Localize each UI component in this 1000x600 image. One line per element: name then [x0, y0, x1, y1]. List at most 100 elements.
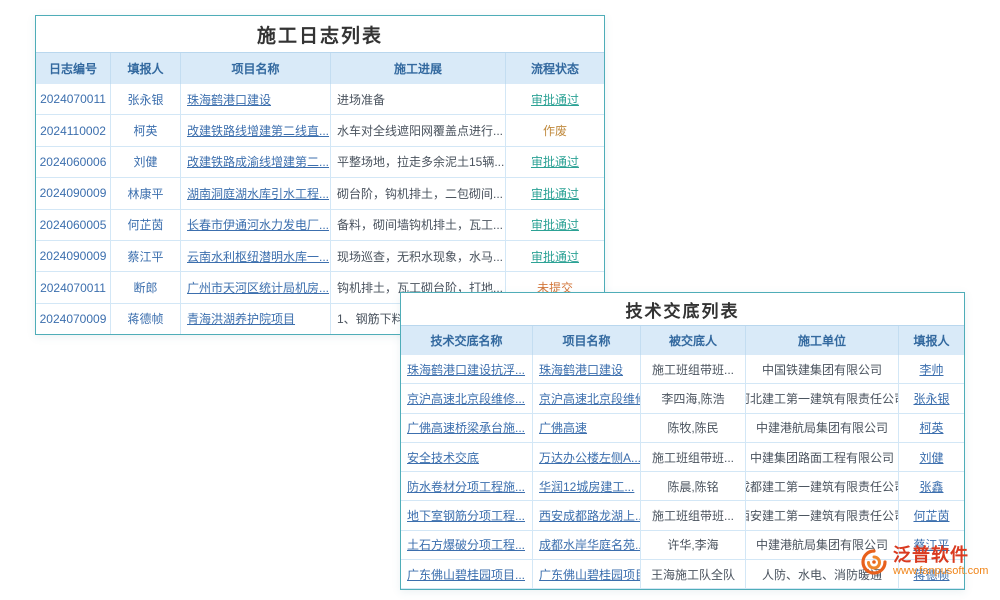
log-table-header: 日志编号 填报人 项目名称 施工进展 流程状态 [36, 53, 604, 84]
project-link[interactable]: 万达办公楼左侧A... [533, 443, 641, 472]
log-id-cell: 2024110002 [36, 115, 111, 146]
progress-cell: 砌台阶，钩机排土，二包砌间... [331, 178, 506, 209]
log-table-row: 2024060005 何芷茵 长春市伊通河水力发电厂... 备料，砌间墙钩机排土… [36, 210, 604, 241]
col-header-filler: 填报人 [111, 53, 181, 84]
disclosure-table-row: 广佛高速桥梁承台施... 广佛高速 陈牧,陈民 中建港航局集团有限公司 柯英 [401, 414, 964, 443]
project-link[interactable]: 云南水利枢纽潜明水库一... [181, 241, 331, 272]
disclosure-name-link[interactable]: 广东佛山碧桂园项目... [401, 560, 533, 589]
log-table-row: 2024090009 林康平 湖南洞庭湖水库引水工程... 砌台阶，钩机排土，二… [36, 178, 604, 209]
col-header-receiver: 被交底人 [641, 326, 746, 355]
project-link[interactable]: 华润12城房建工... [533, 472, 641, 501]
filler-link[interactable]: 张永银 [899, 384, 964, 413]
col-header-project: 项目名称 [181, 53, 331, 84]
filler-cell: 柯英 [111, 115, 181, 146]
status-link[interactable]: 审批通过 [506, 241, 604, 272]
col-header-filler: 填报人 [899, 326, 964, 355]
log-id-cell: 2024090009 [36, 178, 111, 209]
log-table-row: 2024070011 张永银 珠海鹤港口建设 进场准备 审批通过 [36, 84, 604, 115]
filler-cell: 林康平 [111, 178, 181, 209]
disclosure-name-link[interactable]: 土石方爆破分项工程... [401, 531, 533, 560]
filler-cell: 蒋德帧 [111, 304, 181, 335]
col-header-project: 项目名称 [533, 326, 641, 355]
filler-cell: 蔡江平 [111, 241, 181, 272]
log-table-row: 2024060006 刘健 改建铁路成渝线增建第二... 平整场地，拉走多余泥土… [36, 147, 604, 178]
disclosure-name-link[interactable]: 防水卷材分项工程施... [401, 472, 533, 501]
unit-cell: 成都建工第一建筑有限责任公司 [746, 472, 899, 501]
progress-cell: 现场巡查，无积水现象，水马... [331, 241, 506, 272]
project-link[interactable]: 珠海鹤港口建设 [181, 84, 331, 115]
project-link[interactable]: 改建铁路成渝线增建第二... [181, 147, 331, 178]
project-link[interactable]: 成都水岸华庭名苑... [533, 531, 641, 560]
disclosure-name-link[interactable]: 安全技术交底 [401, 443, 533, 472]
receiver-cell: 李四海,陈浩 [641, 384, 746, 413]
disclosure-table-row: 安全技术交底 万达办公楼左侧A... 施工班组带班... 中建集团路面工程有限公… [401, 443, 964, 472]
log-id-cell: 2024060006 [36, 147, 111, 178]
unit-cell: 中建港航局集团有限公司 [746, 414, 899, 443]
project-link[interactable]: 广佛高速 [533, 414, 641, 443]
status-link[interactable]: 审批通过 [506, 147, 604, 178]
project-link[interactable]: 西安成都路龙湖上... [533, 501, 641, 530]
progress-cell: 进场准备 [331, 84, 506, 115]
fanpu-brand-name: 泛普软件 [893, 545, 988, 565]
filler-link[interactable]: 何芷茵 [899, 501, 964, 530]
status-link[interactable]: 审批通过 [506, 84, 604, 115]
filler-cell: 断郎 [111, 272, 181, 303]
unit-cell: 中建集团路面工程有限公司 [746, 443, 899, 472]
filler-link[interactable]: 柯英 [899, 414, 964, 443]
col-header-progress: 施工进展 [331, 53, 506, 84]
filler-link[interactable]: 刘健 [899, 443, 964, 472]
project-link[interactable]: 改建铁路线增建第二线直... [181, 115, 331, 146]
disclosure-table-header: 技术交底名称 项目名称 被交底人 施工单位 填报人 [401, 326, 964, 355]
fanpu-watermark-text: 泛普软件 www.fanpusoft.com [893, 545, 988, 578]
project-link[interactable]: 湖南洞庭湖水库引水工程... [181, 178, 331, 209]
log-table-row: 2024090009 蔡江平 云南水利枢纽潜明水库一... 现场巡查，无积水现象… [36, 241, 604, 272]
receiver-cell: 施工班组带班... [641, 355, 746, 384]
filler-cell: 何芷茵 [111, 210, 181, 241]
disclosure-table-row: 珠海鹤港口建设抗浮... 珠海鹤港口建设 施工班组带班... 中国铁建集团有限公… [401, 355, 964, 384]
log-id-cell: 2024060005 [36, 210, 111, 241]
progress-cell: 水车对全线遮阳网覆盖点进行... [331, 115, 506, 146]
progress-cell: 平整场地，拉走多余泥土15辆... [331, 147, 506, 178]
log-panel-title: 施工日志列表 [36, 16, 604, 53]
filler-link[interactable]: 张鑫 [899, 472, 964, 501]
project-link[interactable]: 珠海鹤港口建设 [533, 355, 641, 384]
disclosure-table-row: 地下室钢筋分项工程... 西安成都路龙湖上... 施工班组带班... 西安建工第… [401, 501, 964, 530]
status-link[interactable]: 审批通过 [506, 178, 604, 209]
fanpu-watermark: 泛普软件 www.fanpusoft.com [860, 545, 988, 578]
progress-cell: 备料，砌间墙钩机排土，瓦工... [331, 210, 506, 241]
col-header-disclosure-name: 技术交底名称 [401, 326, 533, 355]
receiver-cell: 王海施工队全队 [641, 560, 746, 589]
project-link[interactable]: 长春市伊通河水力发电厂... [181, 210, 331, 241]
col-header-unit: 施工单位 [746, 326, 899, 355]
project-link[interactable]: 广东佛山碧桂园项目 [533, 560, 641, 589]
project-link[interactable]: 京沪高速北京段维修 [533, 384, 641, 413]
log-id-cell: 2024070011 [36, 272, 111, 303]
receiver-cell: 施工班组带班... [641, 501, 746, 530]
disclosure-name-link[interactable]: 地下室钢筋分项工程... [401, 501, 533, 530]
fanpu-url: www.fanpusoft.com [893, 565, 988, 578]
construction-log-panel: 施工日志列表 日志编号 填报人 项目名称 施工进展 流程状态 202407001… [35, 15, 605, 335]
disclosure-name-link[interactable]: 京沪高速北京段维修... [401, 384, 533, 413]
unit-cell: 西安建工第一建筑有限责任公司 [746, 501, 899, 530]
filler-link[interactable]: 李帅 [899, 355, 964, 384]
status-link[interactable]: 审批通过 [506, 210, 604, 241]
receiver-cell: 施工班组带班... [641, 443, 746, 472]
status-link[interactable]: 作废 [506, 115, 604, 146]
disclosure-panel-title: 技术交底列表 [401, 293, 964, 326]
receiver-cell: 陈晨,陈铭 [641, 472, 746, 501]
filler-cell: 刘健 [111, 147, 181, 178]
log-id-cell: 2024070009 [36, 304, 111, 335]
disclosure-name-link[interactable]: 珠海鹤港口建设抗浮... [401, 355, 533, 384]
log-id-cell: 2024070011 [36, 84, 111, 115]
project-link[interactable]: 广州市天河区统计局机房... [181, 272, 331, 303]
filler-cell: 张永银 [111, 84, 181, 115]
project-link[interactable]: 青海洪湖养护院项目 [181, 304, 331, 335]
receiver-cell: 许华,李海 [641, 531, 746, 560]
col-header-log-id: 日志编号 [36, 53, 111, 84]
disclosure-name-link[interactable]: 广佛高速桥梁承台施... [401, 414, 533, 443]
col-header-status: 流程状态 [506, 53, 604, 84]
log-table-row: 2024110002 柯英 改建铁路线增建第二线直... 水车对全线遮阳网覆盖点… [36, 115, 604, 146]
unit-cell: 河北建工第一建筑有限责任公司 [746, 384, 899, 413]
log-id-cell: 2024090009 [36, 241, 111, 272]
fanpu-logo-icon [860, 548, 888, 576]
